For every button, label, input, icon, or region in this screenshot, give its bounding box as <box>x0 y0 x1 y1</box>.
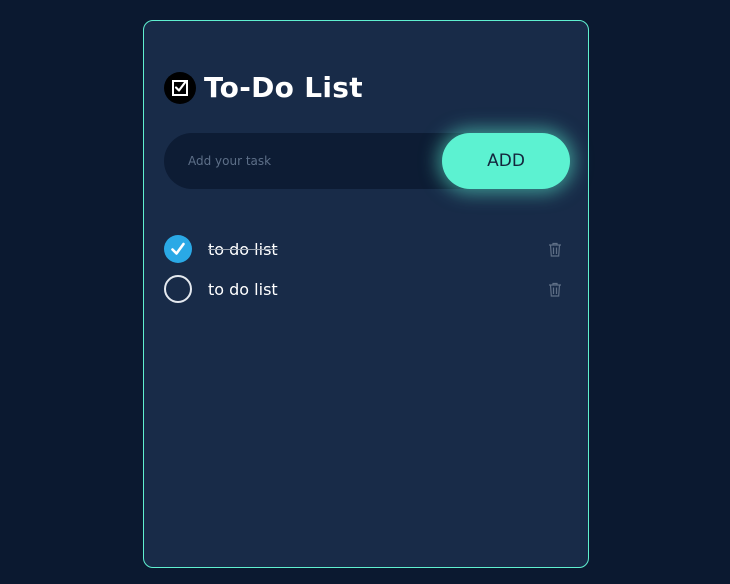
todo-text: to do list <box>208 239 278 259</box>
task-input[interactable] <box>164 133 454 189</box>
add-task-form: ADD <box>164 133 570 189</box>
todo-list: to do list to do list <box>164 229 574 309</box>
header: To-Do List <box>164 71 363 104</box>
check-circle-icon[interactable] <box>164 235 192 263</box>
todo-card: To-Do List ADD to do list to do list <box>143 20 589 568</box>
list-item[interactable]: to do list <box>164 269 574 309</box>
list-item[interactable]: to do list <box>164 229 574 269</box>
trash-icon[interactable] <box>548 282 562 301</box>
empty-circle-icon[interactable] <box>164 275 192 303</box>
checkbox-icon <box>164 71 196 104</box>
trash-icon[interactable] <box>548 242 562 261</box>
add-button[interactable]: ADD <box>442 133 570 189</box>
page-title: To-Do List <box>204 71 363 104</box>
todo-text: to do list <box>208 279 278 299</box>
